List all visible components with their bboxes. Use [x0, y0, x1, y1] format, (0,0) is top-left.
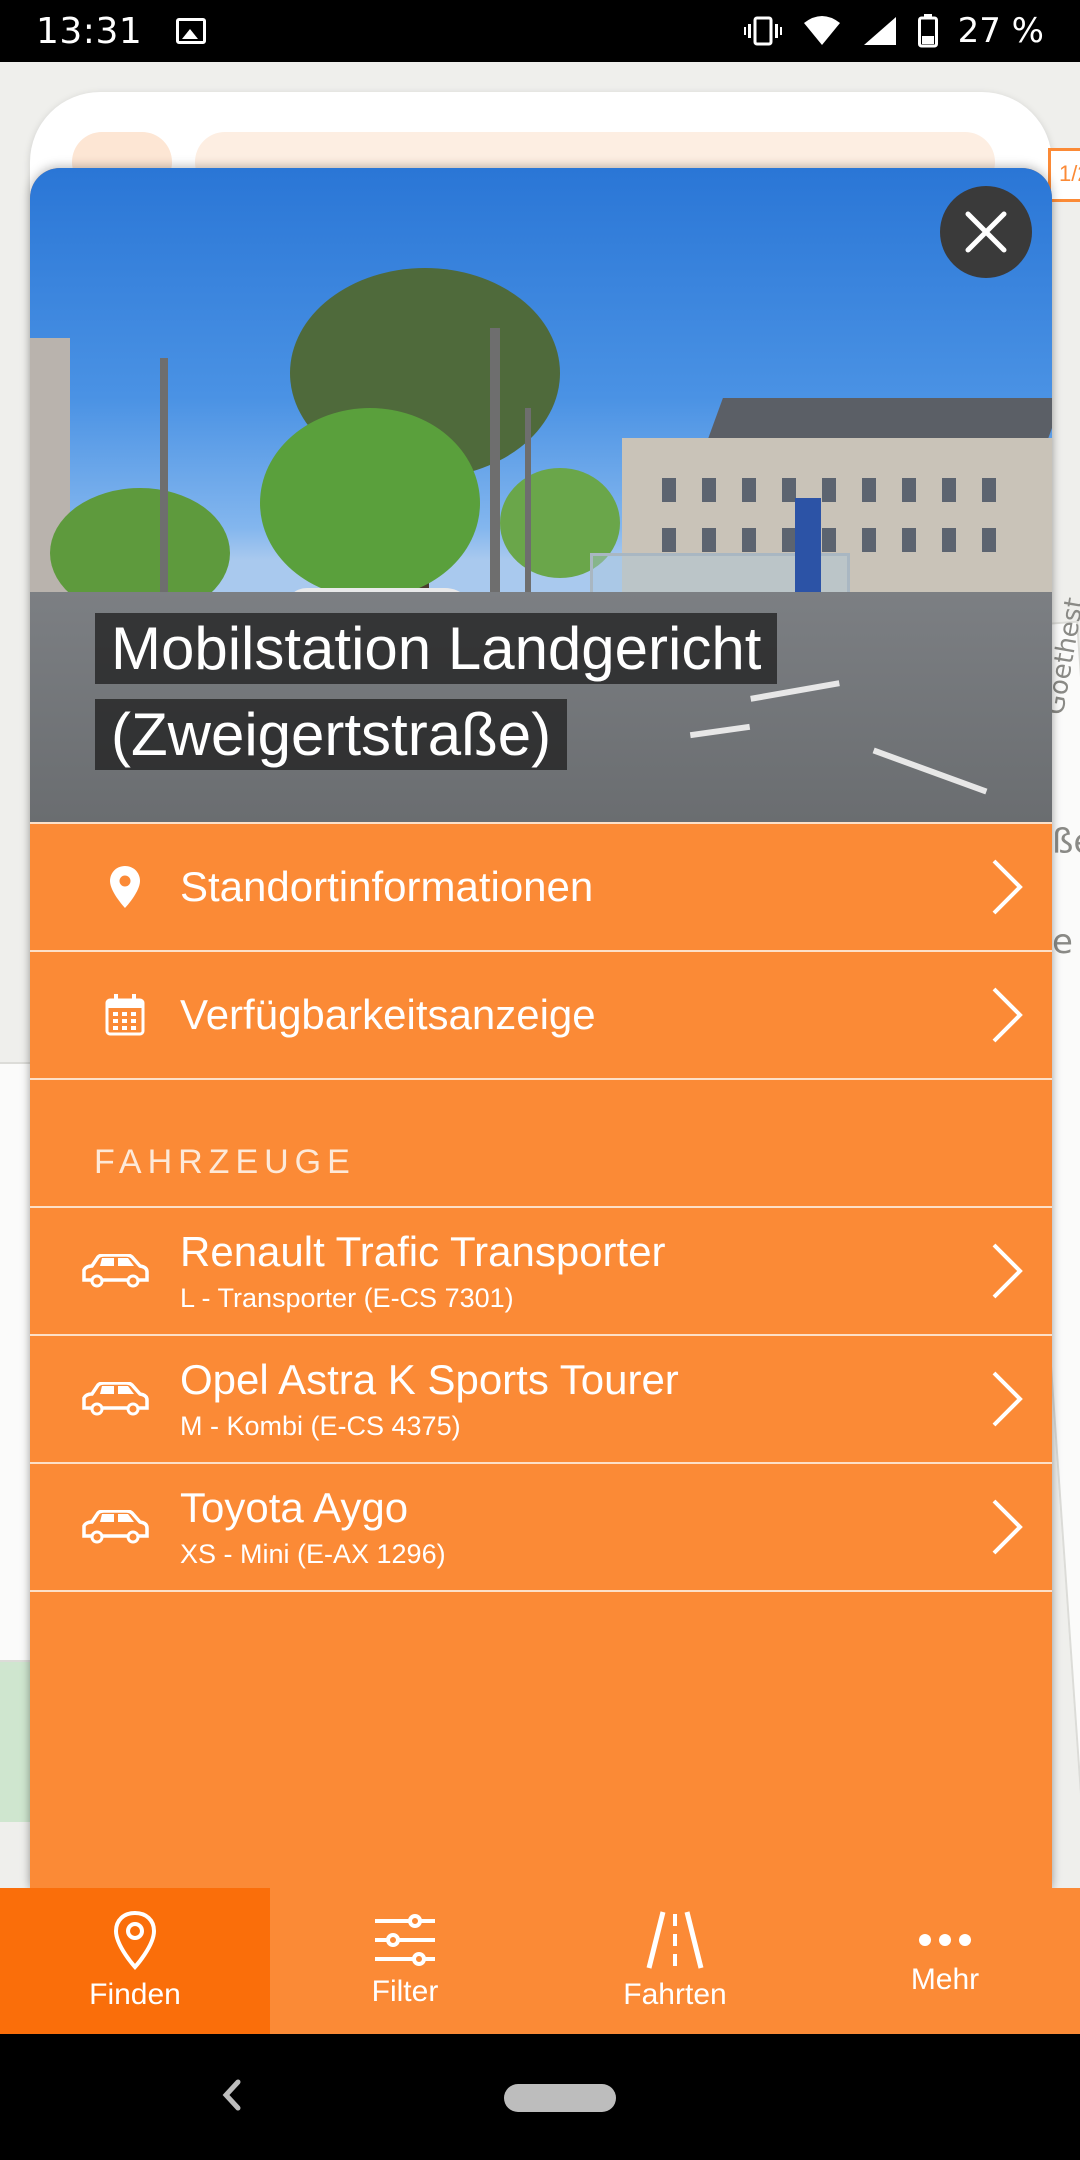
- car-icon: [82, 1254, 149, 1288]
- status-icons: 27 %: [743, 11, 1044, 51]
- tab-mehr[interactable]: Mehr: [810, 1888, 1080, 2034]
- chevron-right-icon: [992, 1371, 1023, 1427]
- vehicle-subtitle: L - Transporter (E-CS 7301): [180, 1283, 514, 1313]
- vehicles-section-header: FAHRZEUGE: [30, 1078, 1052, 1206]
- menu-item-verfuegbarkeitsanzeige[interactable]: Verfügbarkeitsanzeige: [30, 950, 1052, 1078]
- vehicle-subtitle: M - Kombi (E-CS 4375): [180, 1411, 461, 1441]
- station-title-line2: (Zweigertstraße): [95, 699, 568, 770]
- chevron-right-icon: [992, 1499, 1023, 1555]
- status-bar: 13:31 27 %: [0, 0, 1080, 62]
- tab-label: Filter: [371, 1975, 439, 2008]
- chevron-right-icon: [992, 859, 1023, 915]
- chevron-right-icon: [992, 1243, 1023, 1299]
- close-icon: [965, 211, 1007, 253]
- chevron-right-icon: [992, 987, 1023, 1043]
- vibrate-icon: [743, 16, 782, 46]
- station-title: Mobilstation Landgericht (Zweigertstraße…: [95, 606, 992, 778]
- station-photo: Mobilstation Landgericht (Zweigertstraße…: [30, 168, 1052, 822]
- tab-fahrten[interactable]: Fahrten: [540, 1888, 810, 2034]
- tab-label: Fahrten: [623, 1978, 727, 2011]
- vehicle-name: Toyota Aygo: [180, 1484, 409, 1531]
- map-street-label: ße: [1052, 822, 1080, 862]
- map-corner-tag[interactable]: 1/2: [1048, 148, 1080, 202]
- tab-label: Finden: [89, 1978, 181, 2011]
- bottom-tab-bar: Finden Filter Fahrten Mehr: [0, 1888, 1080, 2034]
- vehicle-item[interactable]: Opel Astra K Sports Tourer M - Kombi (E-…: [30, 1334, 1052, 1462]
- road-icon: [646, 1911, 704, 1969]
- system-navigation-bar: [0, 2034, 1080, 2160]
- vehicle-name: Opel Astra K Sports Tourer: [180, 1356, 679, 1403]
- battery-icon: [917, 14, 938, 48]
- station-detail-sheet: Mobilstation Landgericht (Zweigertstraße…: [30, 168, 1052, 1888]
- battery-percent: 27 %: [957, 11, 1044, 51]
- tab-filter[interactable]: Filter: [270, 1888, 540, 2034]
- calendar-icon: [105, 994, 145, 1036]
- vehicle-subtitle: XS - Mini (E-AX 1296): [180, 1539, 446, 1569]
- signal-icon: [863, 17, 896, 45]
- tab-label: Mehr: [910, 1963, 980, 1996]
- more-dots-icon: [919, 1934, 971, 1946]
- close-button[interactable]: [940, 186, 1032, 278]
- home-pill[interactable]: [504, 2084, 616, 2112]
- station-title-line1: Mobilstation Landgericht: [95, 613, 778, 684]
- vehicle-item[interactable]: Renault Trafic Transporter L - Transport…: [30, 1206, 1052, 1334]
- divider: [30, 1590, 1052, 1592]
- vehicle-name: Renault Trafic Transporter: [180, 1228, 666, 1275]
- photo-tree: [260, 408, 480, 598]
- wifi-icon: [803, 16, 840, 45]
- car-icon: [82, 1382, 149, 1416]
- location-pin-icon: [110, 866, 140, 908]
- menu-item-label: Verfügbarkeitsanzeige: [180, 991, 596, 1038]
- screen: 13:31 27 % Goethest ß e 1/ Mobilstation …: [0, 0, 1080, 2160]
- location-pin-icon: [113, 1910, 157, 1970]
- menu-item-label: Standortinformationen: [180, 863, 594, 910]
- image-notification-icon: [176, 18, 207, 44]
- tab-finden[interactable]: Finden: [0, 1888, 270, 2034]
- vehicle-item[interactable]: Toyota Aygo XS - Mini (E-AX 1296): [30, 1462, 1052, 1590]
- map-street-label: e: [1052, 922, 1073, 962]
- sliders-icon: [375, 1914, 435, 1966]
- back-icon[interactable]: [216, 2072, 246, 2118]
- car-icon: [82, 1510, 149, 1544]
- menu-item-standortinformationen[interactable]: Standortinformationen: [30, 822, 1052, 950]
- status-time: 13:31: [36, 10, 143, 52]
